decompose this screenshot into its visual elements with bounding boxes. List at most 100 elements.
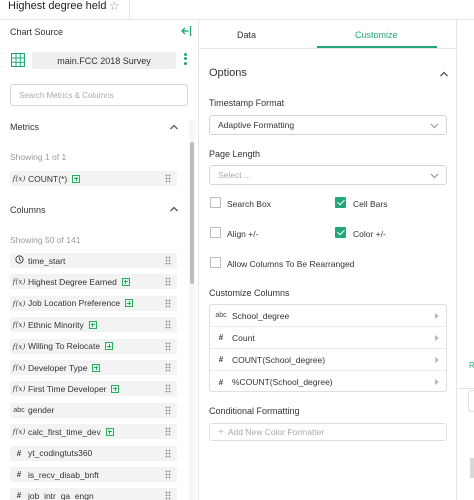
divider bbox=[129, 0, 130, 20]
calculated-icon bbox=[105, 427, 114, 436]
list-item[interactable]: f(x) COUNT(*) bbox=[10, 171, 177, 186]
function-icon: f(x) bbox=[12, 341, 26, 351]
search-box-label: Search Box bbox=[227, 199, 271, 209]
list-item[interactable]: f(x) First Time Developer bbox=[10, 381, 177, 397]
scrollbar-thumb[interactable] bbox=[470, 458, 474, 478]
table-icon bbox=[11, 53, 25, 67]
divider bbox=[458, 388, 474, 389]
drag-handle-icon[interactable] bbox=[165, 491, 171, 500]
chevron-up-icon[interactable] bbox=[169, 123, 179, 131]
page-length-select[interactable]: Select ... bbox=[209, 165, 447, 185]
list-item-label: Ethnic Minority bbox=[28, 319, 84, 330]
scrollbar-thumb[interactable] bbox=[190, 142, 194, 284]
calculated-icon bbox=[121, 277, 130, 286]
column-label: COUNT(School_degree) bbox=[232, 354, 326, 365]
number-type-icon: # bbox=[218, 355, 224, 364]
drag-handle-icon[interactable] bbox=[165, 320, 171, 330]
list-item-label: Highest Degree Earned bbox=[28, 276, 117, 287]
list-item[interactable]: f(x) calc_first_time_dev bbox=[10, 424, 177, 440]
options-title[interactable]: Options bbox=[209, 67, 247, 79]
chevron-right-icon bbox=[435, 357, 439, 363]
list-item[interactable]: f(x) Job Location Preference bbox=[10, 295, 177, 311]
dataset-selector[interactable]: main.FCC 2018 Survey bbox=[32, 52, 176, 69]
page-length-label: Page Length bbox=[209, 149, 261, 159]
list-item-label: yt_codingtuts360 bbox=[28, 448, 93, 459]
more-options-icon[interactable] bbox=[182, 51, 188, 67]
clock-icon bbox=[10, 255, 28, 266]
function-icon: f(x) bbox=[12, 363, 26, 372]
text-type-icon: abc bbox=[13, 406, 25, 414]
list-item-label: is_recv_disab_bnft bbox=[28, 469, 99, 480]
timestamp-format-select[interactable]: Adaptive Formatting bbox=[209, 115, 447, 135]
customize-columns-label: Customize Columns bbox=[209, 288, 290, 298]
list-item[interactable]: time_start bbox=[10, 253, 177, 268]
list-item-label: First Time Developer bbox=[28, 383, 107, 394]
cell-bars-checkbox[interactable] bbox=[335, 197, 346, 208]
chart-title[interactable]: Highest degree held bbox=[8, 0, 106, 12]
drag-handle-icon[interactable] bbox=[165, 470, 171, 479]
column-row[interactable]: # COUNT(School_degree) bbox=[210, 349, 446, 371]
list-item[interactable]: f(x) Ethnic Minority bbox=[10, 317, 177, 333]
list-item[interactable]: abc gender bbox=[10, 402, 177, 418]
list-item-label: Developer Type bbox=[28, 362, 88, 373]
chevron-right-icon bbox=[435, 313, 439, 319]
chevron-up-icon[interactable] bbox=[169, 205, 179, 213]
column-label: School_degree bbox=[232, 310, 290, 321]
number-type-icon: # bbox=[16, 448, 22, 458]
function-icon: f(x) bbox=[12, 427, 26, 437]
search-input[interactable] bbox=[10, 84, 188, 106]
cell-bars-label: Cell Bars bbox=[353, 199, 388, 209]
list-item[interactable]: # is_recv_disab_bnft bbox=[10, 467, 177, 482]
column-label: Count bbox=[232, 332, 255, 343]
add-color-formatter-button[interactable]: + Add New Color Formatter bbox=[209, 423, 447, 441]
add-color-formatter-label: Add New Color Formatter bbox=[227, 427, 325, 437]
timestamp-format-value: Adaptive Formatting bbox=[218, 120, 295, 130]
chart-preview-panel bbox=[458, 20, 474, 500]
chart-source-panel: Chart Source main.FCC 2018 Survey Metric… bbox=[0, 20, 199, 500]
list-item[interactable]: # yt_codingtuts360 bbox=[10, 445, 177, 461]
drag-handle-icon[interactable] bbox=[165, 277, 171, 287]
star-icon[interactable]: ☆ bbox=[109, 0, 120, 13]
color-checkbox[interactable] bbox=[335, 227, 346, 238]
list-item-label: COUNT(*) bbox=[28, 173, 68, 184]
tab-customize[interactable]: Customize bbox=[355, 30, 398, 40]
drag-handle-icon[interactable] bbox=[165, 174, 171, 183]
tab-data[interactable]: Data bbox=[237, 30, 256, 40]
calculated-icon bbox=[72, 174, 81, 183]
list-item[interactable]: f(x) Highest Degree Earned bbox=[10, 274, 177, 290]
function-icon: f(x) bbox=[12, 174, 26, 183]
list-item[interactable]: f(x) Willing To Relocate bbox=[10, 338, 177, 354]
align-checkbox[interactable] bbox=[210, 227, 221, 238]
drag-handle-icon[interactable] bbox=[165, 341, 171, 351]
collapse-panel-icon[interactable] bbox=[180, 25, 192, 37]
list-item-label: Job Location Preference bbox=[28, 298, 121, 309]
chevron-right-icon bbox=[435, 379, 439, 385]
list-item-label: Willing To Relocate bbox=[28, 341, 101, 352]
drag-handle-icon[interactable] bbox=[165, 448, 171, 458]
number-type-icon: # bbox=[16, 491, 22, 500]
column-row[interactable]: # %COUNT(School_degree) bbox=[210, 371, 446, 393]
search-box-checkbox[interactable] bbox=[210, 197, 221, 208]
drag-handle-icon[interactable] bbox=[165, 427, 171, 437]
drag-handle-icon[interactable] bbox=[165, 298, 171, 308]
column-row[interactable]: abc School_degree bbox=[210, 305, 446, 327]
drag-handle-icon[interactable] bbox=[165, 384, 171, 394]
list-item[interactable]: # job_intr_qa_engn bbox=[10, 488, 177, 500]
calculated-icon bbox=[111, 384, 120, 393]
tab-divider bbox=[199, 48, 457, 49]
drag-handle-icon[interactable] bbox=[165, 405, 171, 415]
drag-handle-icon[interactable] bbox=[165, 363, 171, 372]
conditional-formatting-label: Conditional Formatting bbox=[209, 406, 300, 416]
preview-control[interactable] bbox=[468, 390, 474, 412]
calculated-icon bbox=[125, 299, 134, 308]
rearrange-label: Allow Columns To Be Rearranged bbox=[227, 259, 355, 269]
drag-handle-icon[interactable] bbox=[165, 256, 171, 265]
column-row[interactable]: # Count bbox=[210, 327, 446, 349]
list-item[interactable]: f(x) Developer Type bbox=[10, 360, 177, 375]
rearrange-checkbox[interactable] bbox=[210, 257, 221, 268]
list-item-label: gender bbox=[28, 405, 55, 416]
metrics-section-title[interactable]: Metrics bbox=[10, 122, 39, 132]
chevron-up-icon[interactable] bbox=[439, 70, 449, 78]
plus-icon: + bbox=[218, 426, 224, 438]
columns-section-title[interactable]: Columns bbox=[10, 205, 46, 215]
